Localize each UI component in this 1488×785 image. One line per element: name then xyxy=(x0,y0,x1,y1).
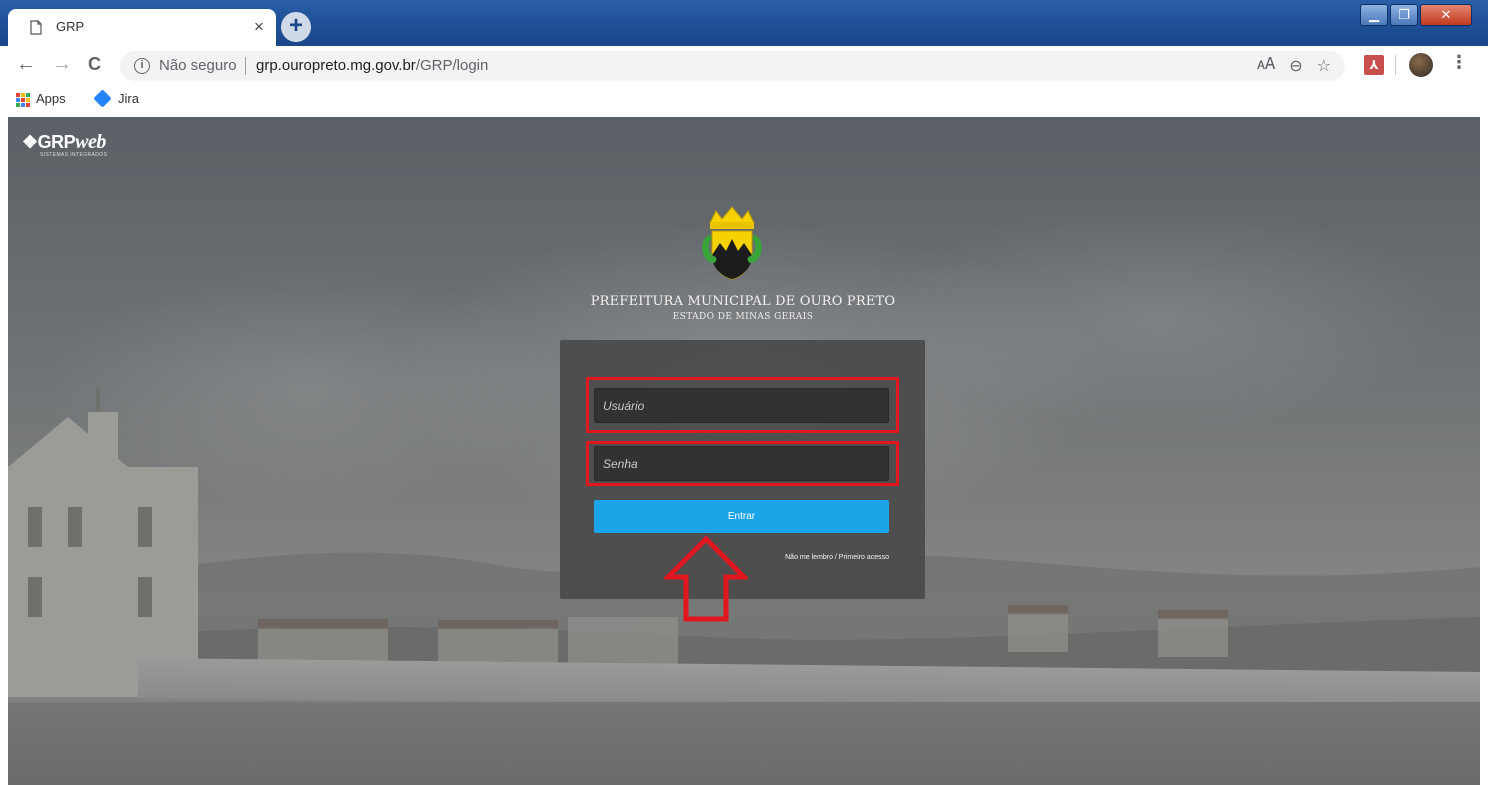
toolbar-divider xyxy=(1395,55,1396,75)
up-arrow-annotation-icon xyxy=(664,535,748,622)
login-page: ❖GRPweb SISTEMAS INTEGRADOS PREFEITURA M… xyxy=(8,117,1480,785)
password-input[interactable] xyxy=(594,446,889,481)
browser-tab-active[interactable]: GRP × xyxy=(8,9,276,46)
tab-close-icon[interactable]: × xyxy=(254,17,264,37)
restore-icon: ❐ xyxy=(1398,7,1410,22)
apps-grid-icon[interactable] xyxy=(16,93,30,107)
menu-icon[interactable]: ⋮ xyxy=(1450,52,1468,73)
bookmark-apps[interactable]: Apps xyxy=(36,91,66,106)
bookmarks-bar: Apps Jira xyxy=(0,84,1488,116)
new-tab-button[interactable]: + xyxy=(281,12,311,42)
grpweb-logo-text: ❖GRPweb xyxy=(22,131,106,153)
pdf-extension-icon[interactable]: ⅄ xyxy=(1364,55,1384,75)
window-controls: ▁ ❐ ✕ xyxy=(1360,4,1480,28)
username-input[interactable] xyxy=(594,388,889,423)
forgot-password-link[interactable]: Não me lembro / Primeiro acesso xyxy=(785,554,889,561)
reload-icon[interactable]: C xyxy=(88,54,101,75)
bookmark-star-icon[interactable]: ☆ xyxy=(1317,56,1331,76)
profile-avatar[interactable] xyxy=(1409,53,1433,77)
address-bar[interactable]: i Não seguro grp.ouropreto.mg.gov.br/GRP… xyxy=(120,51,1345,81)
browser-titlebar: GRP × + ▁ ❐ ✕ xyxy=(0,0,1488,46)
zoom-icon[interactable]: ⊖ xyxy=(1289,56,1302,76)
grpweb-logo: ❖GRPweb SISTEMAS INTEGRADOS xyxy=(22,131,107,158)
tab-title: GRP xyxy=(56,19,85,34)
grpweb-logo-subtitle: SISTEMAS INTEGRADOS xyxy=(40,152,108,158)
page-title: PREFEITURA MUNICIPAL DE OURO PRETO xyxy=(590,294,896,309)
browser-toolbar: ← → C i Não seguro grp.ouropreto.mg.gov.… xyxy=(0,46,1488,84)
ouro-preto-crest-icon xyxy=(702,206,762,280)
bookmark-jira[interactable]: Jira xyxy=(118,91,139,106)
translate-icon[interactable]: 🗚 xyxy=(1257,56,1275,76)
close-icon: ✕ xyxy=(1440,7,1452,22)
back-icon[interactable]: ← xyxy=(16,53,36,76)
window-close-button[interactable]: ✕ xyxy=(1420,4,1472,26)
window-maximize-button[interactable]: ❐ xyxy=(1390,4,1418,26)
minimize-icon: ▁ xyxy=(1369,7,1379,22)
url-text[interactable]: grp.ouropreto.mg.gov.br/GRP/login xyxy=(256,57,488,74)
login-button[interactable]: Entrar xyxy=(594,500,889,533)
url-host: grp.ouropreto.mg.gov.br xyxy=(256,57,416,74)
forward-icon[interactable]: → xyxy=(52,53,72,76)
address-bar-actions: 🗚 ⊖ ☆ xyxy=(1257,56,1331,76)
jira-icon[interactable] xyxy=(93,89,112,108)
security-status[interactable]: Não seguro xyxy=(159,57,237,74)
page-icon xyxy=(30,20,42,35)
info-icon[interactable]: i xyxy=(134,58,150,74)
background-ground xyxy=(8,702,1480,785)
window-minimize-button[interactable]: ▁ xyxy=(1360,4,1388,26)
url-path: /GRP/login xyxy=(415,57,489,74)
page-subtitle: ESTADO DE MINAS GERAIS xyxy=(672,312,814,322)
address-divider xyxy=(245,57,246,75)
